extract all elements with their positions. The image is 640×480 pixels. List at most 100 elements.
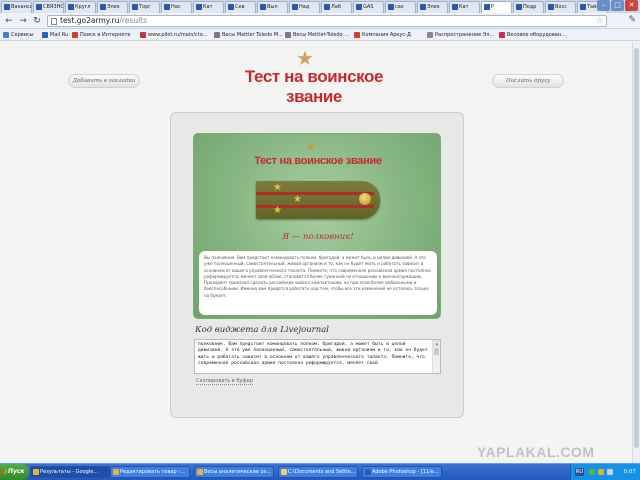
forward-arrow-icon[interactable]: →	[17, 15, 29, 27]
address-bar[interactable]: test.go2army.ru/results ☆	[47, 15, 607, 27]
bookmark-item[interactable]: Поиск в Интернете	[72, 29, 131, 40]
tab-label: Лаб	[331, 4, 341, 10]
language-indicator[interactable]: RU	[575, 468, 584, 476]
tab-label: Кат	[459, 4, 469, 10]
bookmark-label: Распространение Эл...	[435, 32, 495, 38]
bookmark-item[interactable]: Весовое оборудован...	[499, 29, 566, 40]
taskbar-button[interactable]: Редактировать товар -...	[110, 466, 190, 478]
taskbar-app-icon	[365, 469, 371, 475]
bookmark-label: www.pilot.ru/main/cto...	[148, 32, 208, 38]
taskbar-label: C:\Documents and Settin...	[288, 469, 356, 475]
browser-tab[interactable]: Выл	[257, 1, 288, 13]
page-scrollbar[interactable]	[632, 42, 640, 463]
tab-favicon-icon	[580, 3, 586, 10]
taskbar-label: Весы аналитические се...	[204, 469, 272, 475]
taskbar-button[interactable]: C:\Documents and Settin...	[278, 466, 358, 478]
browser-tab[interactable]: Восс	[545, 1, 576, 13]
bookmark-item[interactable]: Распространение Эл...	[427, 29, 495, 40]
strap-button-icon	[359, 193, 371, 205]
bookmark-favicon-icon	[427, 31, 433, 38]
close-window-button[interactable]: ✕	[625, 0, 638, 11]
taskbar-button[interactable]: Результаты - Google...	[30, 466, 110, 478]
browser-tab[interactable]: Нас	[161, 1, 192, 13]
bookmark-favicon-icon	[499, 31, 505, 38]
maximize-button[interactable]: □	[611, 0, 624, 11]
browser-tab[interactable]: Торг	[129, 1, 160, 13]
shoulder-strap-image: ★ ★ ★	[256, 181, 380, 219]
scroll-up-icon[interactable]: ▲	[433, 340, 440, 347]
bookmark-label: Сервисы	[11, 32, 34, 38]
bookmark-favicon-icon	[72, 31, 78, 38]
browser-tab[interactable]: Лаб	[321, 1, 352, 13]
result-card: ★ Тест на воинское звание ★ ★ ★ Я — полк…	[193, 133, 441, 319]
scroll-thumb[interactable]	[434, 348, 439, 355]
browser-tab[interactable]: Вакансии	[1, 1, 32, 13]
widget-code-title: Код виджета для Livejournal	[195, 325, 329, 335]
browser-tab[interactable]: Элек	[97, 1, 128, 13]
add-to-bookmarks-button[interactable]: Добавить в закладки	[68, 74, 140, 88]
wrench-menu-icon[interactable]: ✎	[628, 15, 636, 25]
clock: 0:07	[623, 469, 636, 475]
browser-tab[interactable]: GAS	[353, 1, 384, 13]
tab-favicon-icon	[548, 3, 554, 10]
strap-star-icon: ★	[293, 194, 302, 205]
browser-tab[interactable]: cas	[385, 1, 416, 13]
taskbar-label: Adobe Photoshop - [11/e...	[372, 469, 439, 475]
back-arrow-icon[interactable]: ←	[3, 15, 15, 27]
bookmark-label: Весы Mettler-Toledo ...	[293, 32, 349, 38]
url-host: test.go2army.ru	[60, 16, 120, 25]
browser-tab[interactable]: Элек	[417, 1, 448, 13]
bookmark-star-icon[interactable]: ☆	[596, 16, 603, 26]
bookmark-favicon-icon	[214, 31, 220, 38]
browser-tab[interactable]: Над	[289, 1, 320, 13]
minimize-button[interactable]: –	[597, 0, 610, 11]
tab-label: Элек	[427, 4, 440, 10]
browser-tab[interactable]: Р	[481, 1, 512, 13]
taskbar-button[interactable]: Весы аналитические се...	[194, 466, 274, 478]
start-label: Пуск	[8, 468, 25, 475]
tab-favicon-icon	[228, 3, 234, 10]
bookmark-favicon-icon	[42, 31, 48, 38]
watermark: YAPLAKAL.COM	[477, 444, 595, 460]
tab-favicon-icon	[516, 3, 522, 10]
copy-to-clipboard-link[interactable]: Скопировать в буфер	[196, 378, 253, 385]
bookmark-item[interactable]: www.pilot.ru/main/cto...	[140, 29, 208, 40]
start-button[interactable]: Пуск	[0, 464, 29, 480]
tab-favicon-icon	[324, 3, 330, 10]
bookmark-label: Mail.Ru	[50, 32, 69, 38]
tray-app-icon[interactable]	[598, 469, 604, 475]
tab-label: Над	[299, 4, 310, 10]
site-title[interactable]: Тест на воинское звание	[216, 67, 412, 107]
bookmark-item[interactable]: Компания Аркус-Д	[354, 29, 411, 40]
browser-tab[interactable]: Подр	[513, 1, 544, 13]
tab-label: Восс	[555, 4, 567, 10]
taskbar-label: Результаты - Google...	[40, 469, 99, 475]
tray-network-icon[interactable]	[589, 469, 595, 475]
bookmark-favicon-icon	[285, 31, 291, 38]
browser-tab[interactable]: Сев	[225, 1, 256, 13]
tab-label: Подр	[523, 4, 537, 10]
tray-volume-icon[interactable]	[607, 469, 613, 475]
code-scrollbar[interactable]: ▲	[432, 340, 440, 373]
widget-code-text: полковник. Вам предстоит командовать пол…	[198, 342, 428, 366]
reload-icon[interactable]: ↻	[31, 15, 43, 27]
send-to-friend-button[interactable]: Послать другу	[492, 74, 564, 88]
browser-tab[interactable]: Кат	[449, 1, 480, 13]
tab-label: Сев	[235, 4, 245, 10]
taskbar-app-icon	[281, 469, 287, 475]
bookmarks-bar: Сервисы Mail.Ru Поиск в Интернете www.pilot…	[0, 29, 640, 41]
bookmark-label: Компания Аркус-Д	[362, 32, 411, 38]
browser-tab[interactable]: Кат	[193, 1, 224, 13]
bookmark-label: Поиск в Интернете	[80, 32, 131, 38]
bookmark-item[interactable]: Весы Mettler Toledo М...	[214, 29, 283, 40]
browser-tab[interactable]: СВЯЗНОЙ	[33, 1, 64, 13]
taskbar-button[interactable]: Adobe Photoshop - [11/e...	[362, 466, 442, 478]
bookmark-item[interactable]: Сервисы	[3, 29, 34, 40]
widget-code-textarea[interactable]: полковник. Вам предстоит командовать пол…	[194, 339, 441, 374]
bookmark-item[interactable]: Mail.Ru	[42, 29, 69, 40]
bookmark-item[interactable]: Весы Mettler-Toledo ...	[285, 29, 349, 40]
tab-favicon-icon	[196, 3, 202, 10]
bookmark-label: Весовое оборудован...	[507, 32, 566, 38]
browser-tab[interactable]: Кругл	[65, 1, 96, 13]
page-scroll-thumb[interactable]	[634, 48, 639, 448]
